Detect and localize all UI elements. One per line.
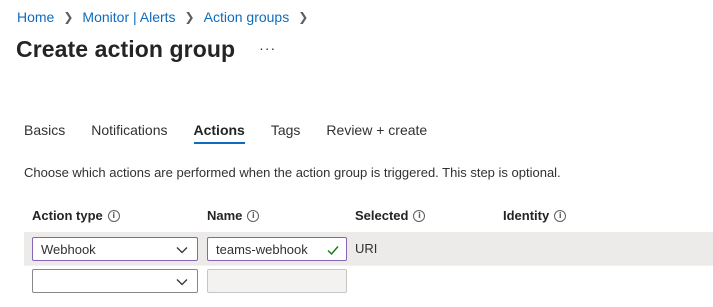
checkmark-icon [327,246,339,256]
info-icon[interactable]: i [247,209,260,222]
table-row: Webhook teams-webhook URI [24,232,713,265]
chevron-right-icon: ❯ [184,10,195,24]
tab-tags[interactable]: Tags [271,122,301,144]
column-label: Selected [355,208,409,223]
actions-description: Choose which actions are performed when … [24,165,561,180]
selected-value: URI [355,241,378,256]
page-title: Create action group [16,36,236,62]
action-type-select-empty[interactable] [32,269,198,293]
tab-basics[interactable]: Basics [24,122,65,144]
breadcrumb-action-groups[interactable]: Action groups [204,9,290,25]
table-row [24,266,713,296]
title-row: Create action group ··· [16,36,276,63]
breadcrumb-monitor-alerts[interactable]: Monitor | Alerts [82,9,175,25]
tab-review-create[interactable]: Review + create [326,122,427,144]
column-label: Name [207,208,243,223]
action-type-value: Webhook [41,241,96,257]
action-name-input[interactable]: teams-webhook [207,237,347,261]
more-options-button[interactable]: ··· [259,40,276,56]
action-name-value: teams-webhook [216,241,308,257]
chevron-down-icon [176,247,188,254]
action-name-input-disabled [207,269,347,293]
breadcrumb-home[interactable]: Home [17,9,54,25]
column-header-action-type: Action type i [32,208,120,223]
column-label: Action type [32,208,103,223]
action-type-select[interactable]: Webhook [32,237,198,261]
info-icon[interactable]: i [413,209,426,222]
tab-bar: Basics Notifications Actions Tags Review… [24,122,453,144]
column-label: Identity [503,208,550,223]
tab-actions[interactable]: Actions [193,122,246,144]
actions-table-header: Action type i Name i Selected i Identity… [32,208,713,228]
info-icon[interactable]: i [107,209,120,222]
column-header-name: Name i [207,208,260,223]
tab-notifications[interactable]: Notifications [91,122,167,144]
chevron-right-icon: ❯ [63,10,74,24]
breadcrumb: Home ❯ Monitor | Alerts ❯ Action groups … [17,9,317,25]
chevron-down-icon [176,279,188,286]
info-icon[interactable]: i [554,209,567,222]
chevron-right-icon: ❯ [298,10,309,24]
column-header-identity: Identity i [503,208,567,223]
column-header-selected: Selected i [355,208,426,223]
create-action-group-page: Home ❯ Monitor | Alerts ❯ Action groups … [0,0,713,307]
